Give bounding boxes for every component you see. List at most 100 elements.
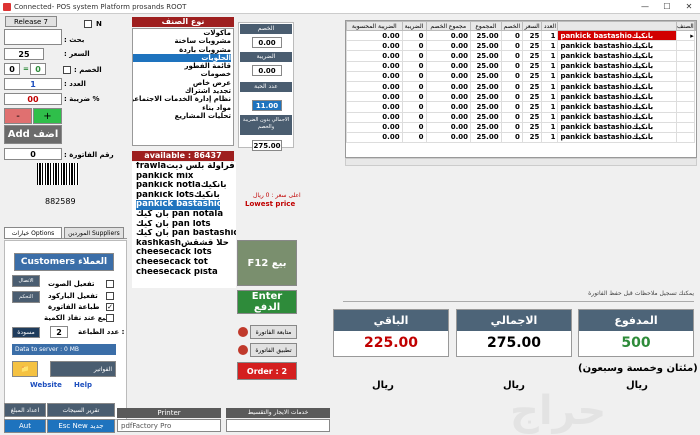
product-item[interactable]: pankick notlaبانكيك xyxy=(136,181,236,191)
product-item[interactable]: cheesecack tot xyxy=(136,258,236,268)
auto-button[interactable]: Aut xyxy=(4,419,46,433)
draft-button[interactable]: مسودة xyxy=(12,327,40,338)
table-row[interactable]: 0.00 0 0.00 25.00 0 25 1 pankick bastashioبانكي… xyxy=(346,29,696,42)
tab-options[interactable]: خيارات Options xyxy=(4,227,62,239)
option-sell-checkbox[interactable] xyxy=(106,314,114,322)
invoices-button[interactable]: الفواتير xyxy=(50,361,116,377)
product-item[interactable]: بان كيك pan bastashio xyxy=(136,229,236,239)
settings-button[interactable]: اعداد المبلغ xyxy=(4,403,46,417)
row-check-cell[interactable] xyxy=(676,131,695,144)
control-button[interactable]: التحكم xyxy=(12,291,40,303)
category-item[interactable]: خصومات xyxy=(133,70,231,78)
discount-left-field[interactable]: 0 xyxy=(4,63,20,75)
product-item[interactable]: kashkashحلا قشقش xyxy=(136,239,236,249)
table-scrollbar[interactable] xyxy=(345,158,697,166)
new-button[interactable]: Esc New جديد xyxy=(47,419,115,433)
product-item[interactable]: pankick mix xyxy=(136,172,236,182)
product-item[interactable]: frawlaفراولة بلس ديت xyxy=(136,162,236,172)
print-count-field[interactable]: 2 xyxy=(50,326,68,338)
maximize-button[interactable]: ☐ xyxy=(656,0,678,13)
cart-table[interactable]: الضريبة المحسوبة الضريبة مجموع الخصم المجمو… xyxy=(345,20,697,158)
price-field[interactable]: 25 xyxy=(4,48,44,60)
row-check-cell[interactable] xyxy=(676,101,695,113)
release-button[interactable]: Release 7 xyxy=(5,16,57,27)
table-cell: 1 xyxy=(541,40,559,52)
order-button[interactable]: Order : 2 xyxy=(237,362,297,380)
row-check-cell[interactable] xyxy=(676,70,695,82)
barcode-number: 882589 xyxy=(45,197,76,206)
f12-sell-button[interactable]: F12 بيع xyxy=(237,240,297,286)
category-item[interactable]: مواد بناء xyxy=(133,104,231,112)
invoice-number-field[interactable]: 0 xyxy=(4,148,62,160)
row-check-cell[interactable] xyxy=(676,111,695,123)
table-row[interactable]: 0.00 0 0.00 25.00 0 25 1 pankick bastashioبانكي… xyxy=(346,101,696,113)
category-item[interactable]: الحلويات xyxy=(133,53,231,63)
category-item[interactable]: تجديد اشتراك xyxy=(133,87,231,95)
apply-invoice-button[interactable]: تطبيق الفاتورة xyxy=(250,343,297,357)
product-item[interactable]: pankick bastashioبانكيك xyxy=(136,200,220,210)
calc-count-value[interactable]: 11.00 xyxy=(252,100,282,111)
qty-field[interactable]: 1 xyxy=(4,78,62,90)
category-item[interactable]: عرض خاص xyxy=(133,79,231,87)
product-item[interactable]: pankick lotsبانكيك xyxy=(136,191,236,201)
calc-no-tax-value[interactable]: 275.00 xyxy=(252,140,282,151)
minimize-button[interactable]: — xyxy=(634,0,656,13)
table-row[interactable]: 0.00 0 0.00 25.00 0 25 1 pankick bastashioبانكي… xyxy=(346,80,696,93)
connect-button[interactable]: الاتصال xyxy=(12,275,40,287)
category-list[interactable]: مأكولات مشروبات ساخنة مشروبات باردة الحلويا… xyxy=(132,28,234,146)
category-item[interactable]: مشروبات باردة xyxy=(133,46,231,54)
category-item[interactable]: تحليات المشاريع xyxy=(133,112,231,120)
product-item[interactable]: cheesecack lots xyxy=(136,248,236,258)
product-item[interactable]: بان كيك pan notala xyxy=(136,210,236,220)
row-check-cell[interactable]: ▸ xyxy=(676,29,695,42)
option-sound-checkbox[interactable] xyxy=(106,280,114,288)
search-input[interactable] xyxy=(4,29,62,45)
tax-field[interactable]: 00 xyxy=(4,93,62,105)
table-row[interactable]: 0.00 0 0.00 25.00 0 25 1 pankick bastashioبانكي… xyxy=(346,91,696,103)
table-row[interactable]: 0.00 0 0.00 25.00 0 25 1 pankick bastashioبانكي… xyxy=(346,121,696,133)
product-list[interactable]: frawlaفراولة بلس ديت pankick mix pankick n… xyxy=(132,162,236,288)
n-checkbox[interactable] xyxy=(84,20,92,28)
row-check-cell[interactable] xyxy=(676,50,695,62)
tab-suppliers[interactable]: الموردين Suppliers xyxy=(64,227,124,239)
category-item[interactable]: نظام إدارة الخدمات الاجتماعية xyxy=(133,95,231,103)
product-item[interactable]: بان كيك pan lots xyxy=(136,220,236,230)
table-row[interactable]: 0.00 0 0.00 25.00 0 25 1 pankick bastashioبانكي… xyxy=(346,50,696,62)
table-row[interactable]: 0.00 0 0.00 25.00 0 25 1 pankick bastashioبانكي… xyxy=(346,131,696,144)
help-link[interactable]: Help xyxy=(74,381,92,389)
category-item[interactable]: مشروبات ساخنة xyxy=(133,37,231,45)
notes-input[interactable]: يمكنك تسجيل ملاحظات قبل حفظ الفاتورة xyxy=(343,290,694,302)
discount-right-field[interactable]: 0 xyxy=(30,63,46,75)
option-barcode-checkbox[interactable] xyxy=(106,292,114,300)
follow-invoice-button[interactable]: متابعة الفاتورة xyxy=(250,325,297,339)
category-item[interactable]: مأكولات xyxy=(133,29,231,37)
table-row[interactable]: 0.00 0 0.00 25.00 0 25 1 pankick bastashioبانكي… xyxy=(346,111,696,123)
table-row[interactable]: 0.00 0 0.00 25.00 0 25 1 pankick bastashioبانكي… xyxy=(346,40,696,52)
enter-pay-button[interactable]: Enter الدفع xyxy=(237,290,297,314)
table-cell: 0.00 xyxy=(425,40,472,52)
plus-button[interactable]: + xyxy=(33,108,62,124)
report-button[interactable]: تقرير السيجات xyxy=(47,403,115,417)
product-item[interactable]: cheesecack pista xyxy=(136,268,236,278)
add-button[interactable]: Add اضف xyxy=(4,125,62,144)
row-check-cell[interactable] xyxy=(676,60,695,72)
category-item[interactable]: قائمة الفطور xyxy=(133,62,231,70)
row-check-cell[interactable] xyxy=(676,121,695,133)
printer-select[interactable]: pdfFactory Pro xyxy=(117,419,221,432)
row-check-cell[interactable] xyxy=(676,40,695,52)
customers-button[interactable]: Customers العملاء xyxy=(14,253,114,271)
website-link[interactable]: Website xyxy=(30,381,62,389)
paid-value[interactable]: 500 xyxy=(579,331,693,356)
calc-tax-value[interactable]: 0.00 xyxy=(252,65,282,76)
table-row[interactable]: 0.00 0 0.00 25.00 0 25 1 pankick bastashioبانكي… xyxy=(346,60,696,72)
minus-button[interactable]: - xyxy=(4,108,32,124)
service-select[interactable] xyxy=(226,419,330,432)
folder-icon[interactable]: 📁 xyxy=(12,361,38,377)
option-print-checkbox[interactable] xyxy=(106,303,114,311)
calc-discount-value[interactable]: 0.00 xyxy=(252,37,282,48)
table-row[interactable]: 0.00 0 0.00 25.00 0 25 1 pankick bastashioبانكي… xyxy=(346,70,696,82)
row-check-cell[interactable] xyxy=(676,91,695,103)
close-button[interactable]: ✕ xyxy=(678,0,700,13)
row-check-cell[interactable] xyxy=(676,80,695,93)
discount-checkbox[interactable] xyxy=(63,66,71,74)
